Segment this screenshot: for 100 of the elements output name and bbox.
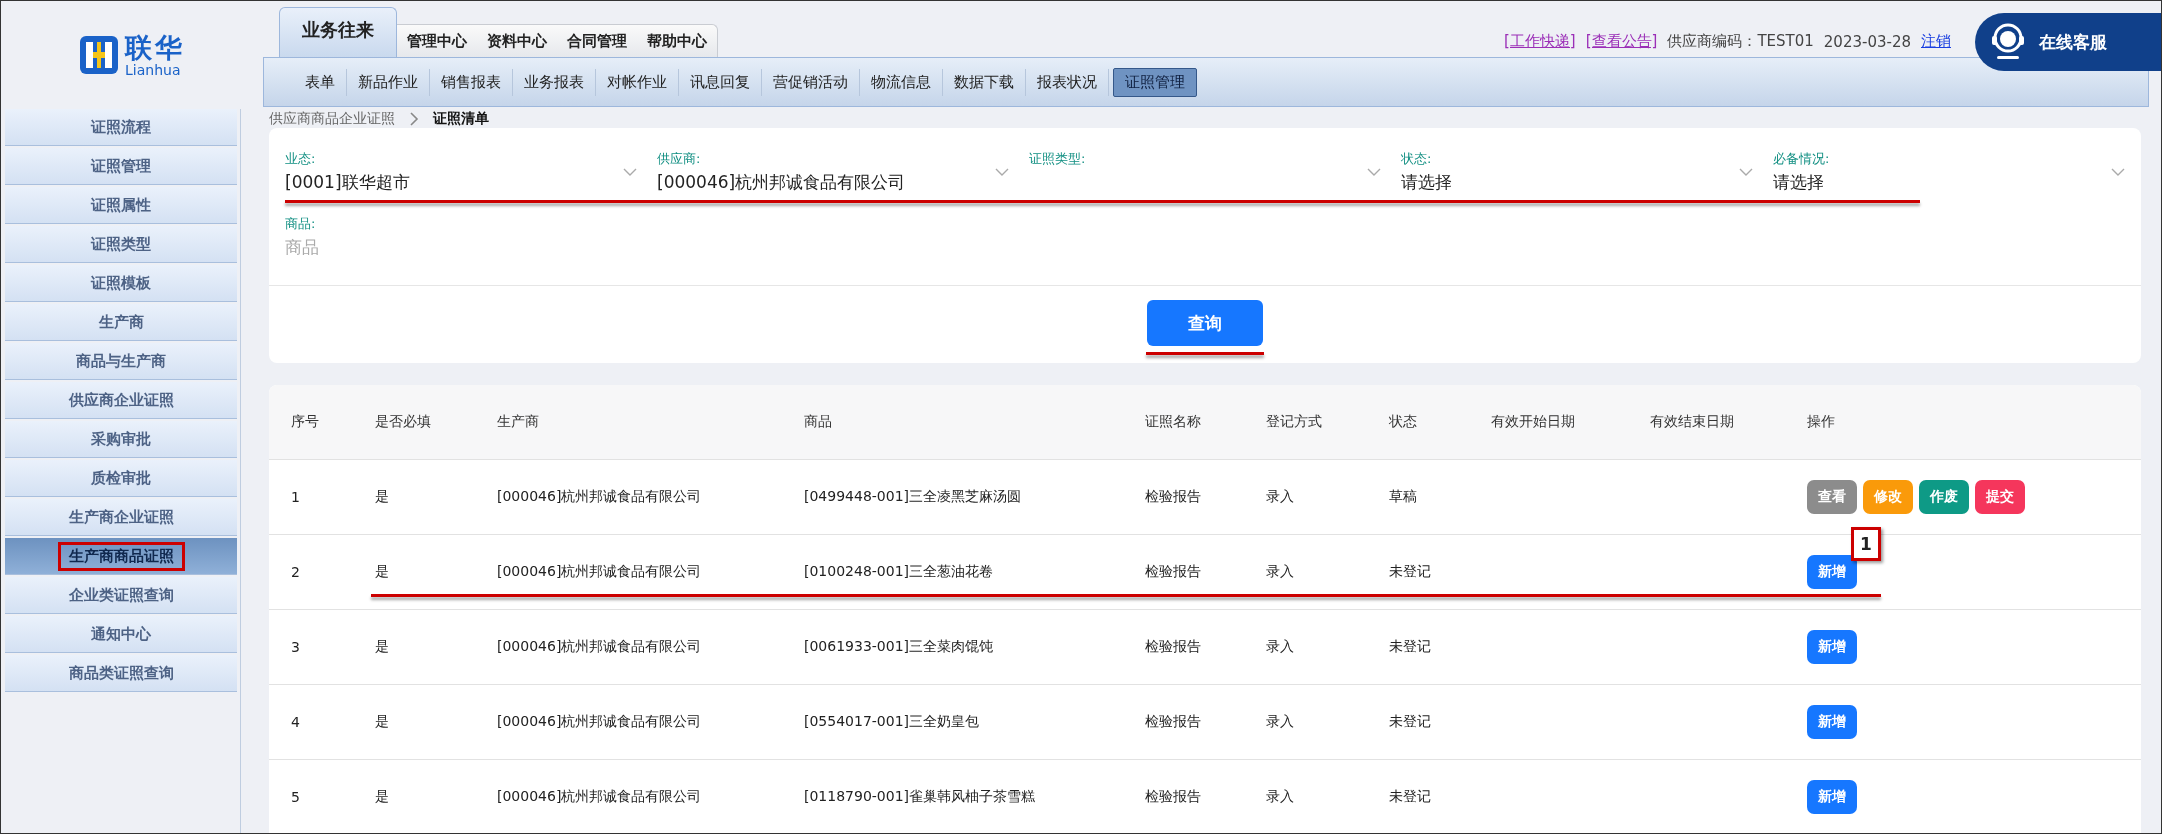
table-cell-text: [0061933-001]三全菜肉馄饨	[804, 638, 995, 656]
breadcrumb-item[interactable]: 供应商商品企业证照	[269, 109, 395, 128]
table-cell-text: 未登记	[1389, 563, 1432, 581]
sidebar-item[interactable]: 采购审批	[5, 421, 237, 458]
action-button[interactable]: 提交	[1975, 480, 2025, 514]
field-label: 必备情况:	[1773, 150, 1831, 168]
sub-nav-item[interactable]: 对帐作业	[596, 68, 679, 96]
callout-number: 1	[1851, 527, 1881, 561]
sidebar-item[interactable]: 通知中心	[5, 616, 237, 653]
table-cell-text: 草稿	[1389, 488, 1418, 506]
table-cell-text: [0499448-001]三全凌黑芝麻汤圆	[804, 488, 1023, 506]
action-button[interactable]: 作废	[1919, 480, 1969, 514]
column-header: 生产商	[497, 413, 540, 431]
sub-nav-item[interactable]: 销售报表	[430, 68, 513, 96]
sidebar-item[interactable]: 质检审批	[5, 460, 237, 497]
nav-tab[interactable]: 合同管理	[557, 24, 637, 57]
sidebar-item[interactable]: 证照管理	[5, 148, 237, 185]
table-cell-text: [000046]杭州邦诚食品有限公司	[497, 638, 703, 656]
sidebar-item[interactable]: 企业类证照查询	[5, 577, 237, 614]
header-link[interactable]: [工作快递]	[1503, 32, 1576, 51]
chevron-right-icon	[409, 111, 419, 126]
table-cell-text: 是	[375, 788, 390, 806]
field-label: 供应商:	[657, 150, 702, 168]
sub-nav-item[interactable]: 新品作业	[347, 68, 430, 96]
table-cell-text: 是	[375, 563, 390, 581]
sidebar-item[interactable]: 证照流程	[5, 109, 237, 146]
table-cell-text: [000046]杭州邦诚食品有限公司	[497, 713, 703, 731]
chevron-down-icon	[1367, 168, 1381, 177]
field-label: 业态:	[285, 150, 317, 168]
sub-nav-item[interactable]: 证照管理	[1113, 67, 1197, 97]
online-service-button[interactable]: 在线客服	[1975, 13, 2161, 71]
logo-icon	[79, 35, 119, 75]
sidebar-item[interactable]: 证照属性	[5, 187, 237, 224]
table-cell-text: 录入	[1266, 563, 1295, 581]
table-cell-text: [000046]杭州邦诚食品有限公司	[497, 788, 703, 806]
sub-nav-item[interactable]: 营促销活动	[762, 68, 860, 96]
sub-nav-item[interactable]: 讯息回复	[679, 68, 762, 96]
sub-nav-item[interactable]: 数据下载	[943, 68, 1026, 96]
sidebar-item[interactable]: 商品类证照查询	[5, 655, 237, 692]
column-header: 状态	[1389, 413, 1418, 431]
table-cell-text: 检验报告	[1145, 713, 1202, 731]
select-field[interactable]: [000046]杭州邦诚食品有限公司	[657, 168, 1009, 196]
field-label: 商品:	[285, 215, 317, 233]
nav-tab[interactable]: 资料中心	[477, 24, 557, 57]
table-cell-text: 录入	[1266, 488, 1295, 506]
sidebar-item[interactable]: 证照模板	[5, 265, 237, 302]
column-header: 操作	[1807, 413, 1836, 431]
logout-link[interactable]: 注销	[1921, 32, 1951, 51]
breadcrumb-item: 证照清单	[433, 109, 489, 128]
action-button[interactable]: 新增	[1807, 780, 1857, 814]
table-cell-text: [0118790-001]雀巢韩风柚子茶雪糕	[804, 788, 1037, 806]
date-text: 2023-03-28	[1823, 32, 1911, 51]
sub-nav-item[interactable]: 业务报表	[513, 68, 596, 96]
table-cell-text: 未登记	[1389, 713, 1432, 731]
table-cell-text: 录入	[1266, 638, 1295, 656]
action-button[interactable]: 新增	[1807, 705, 1857, 739]
sidebar-item[interactable]: 生产商	[5, 304, 237, 341]
table-cell-text: 未登记	[1389, 788, 1432, 806]
table-cell-text: 检验报告	[1145, 788, 1202, 806]
sidebar-item[interactable]: 证照类型	[5, 226, 237, 263]
sub-nav-item[interactable]: 物流信息	[860, 68, 943, 96]
nav-tab[interactable]: 帮助中心	[637, 24, 718, 57]
input-field[interactable]: 商品	[285, 233, 637, 261]
sidebar-item[interactable]: 生产商商品证照	[5, 538, 237, 575]
table-cell-text: 录入	[1266, 788, 1295, 806]
select-field[interactable]: 请选择	[1401, 168, 1753, 196]
table-cell-text: 是	[375, 713, 390, 731]
action-button[interactable]: 查看	[1807, 480, 1857, 514]
table-cell-text: 是	[375, 638, 390, 656]
action-button[interactable]: 新增	[1807, 555, 1857, 589]
table-cell-text: 检验报告	[1145, 638, 1202, 656]
select-field[interactable]: 请选择	[1773, 168, 2125, 196]
column-header: 有效开始日期	[1491, 413, 1576, 431]
select-field[interactable]: [0001]联华超市	[285, 168, 637, 196]
sidebar-item[interactable]: 商品与生产商	[5, 343, 237, 380]
sidebar-item[interactable]: 生产商企业证照	[5, 499, 237, 536]
nav-tab[interactable]: 业务往来	[279, 7, 397, 57]
supplier-code: 供应商编码：TEST01	[1667, 32, 1814, 51]
headset-icon	[1989, 22, 2027, 62]
field-label: 状态:	[1401, 150, 1433, 168]
sidebar-item[interactable]: 供应商企业证照	[5, 382, 237, 419]
table-cell-text: 未登记	[1389, 638, 1432, 656]
field-label: 证照类型:	[1029, 150, 1087, 168]
sub-nav-item[interactable]: 表单	[294, 68, 347, 96]
table-cell-text: 2	[291, 564, 301, 580]
query-button[interactable]: 查询	[1147, 300, 1263, 346]
column-header: 证照名称	[1145, 413, 1202, 431]
column-header: 是否必填	[375, 413, 432, 431]
table-cell-text: 3	[291, 639, 301, 655]
nav-tab[interactable]: 管理中心	[397, 24, 477, 57]
chevron-down-icon	[1739, 168, 1753, 177]
action-button[interactable]: 新增	[1807, 630, 1857, 664]
header-link[interactable]: [查看公告]	[1585, 32, 1658, 51]
sub-nav-item[interactable]: 报表状况	[1026, 68, 1109, 96]
table-cell-text: 是	[375, 488, 390, 506]
table-cell-text: 4	[291, 714, 301, 730]
table-cell-text: [000046]杭州邦诚食品有限公司	[497, 488, 703, 506]
logo-subtitle: Lianhua	[125, 63, 182, 77]
table-cell-text: [0100248-001]三全葱油花卷	[804, 563, 995, 581]
table-cell-text: 5	[291, 789, 301, 805]
